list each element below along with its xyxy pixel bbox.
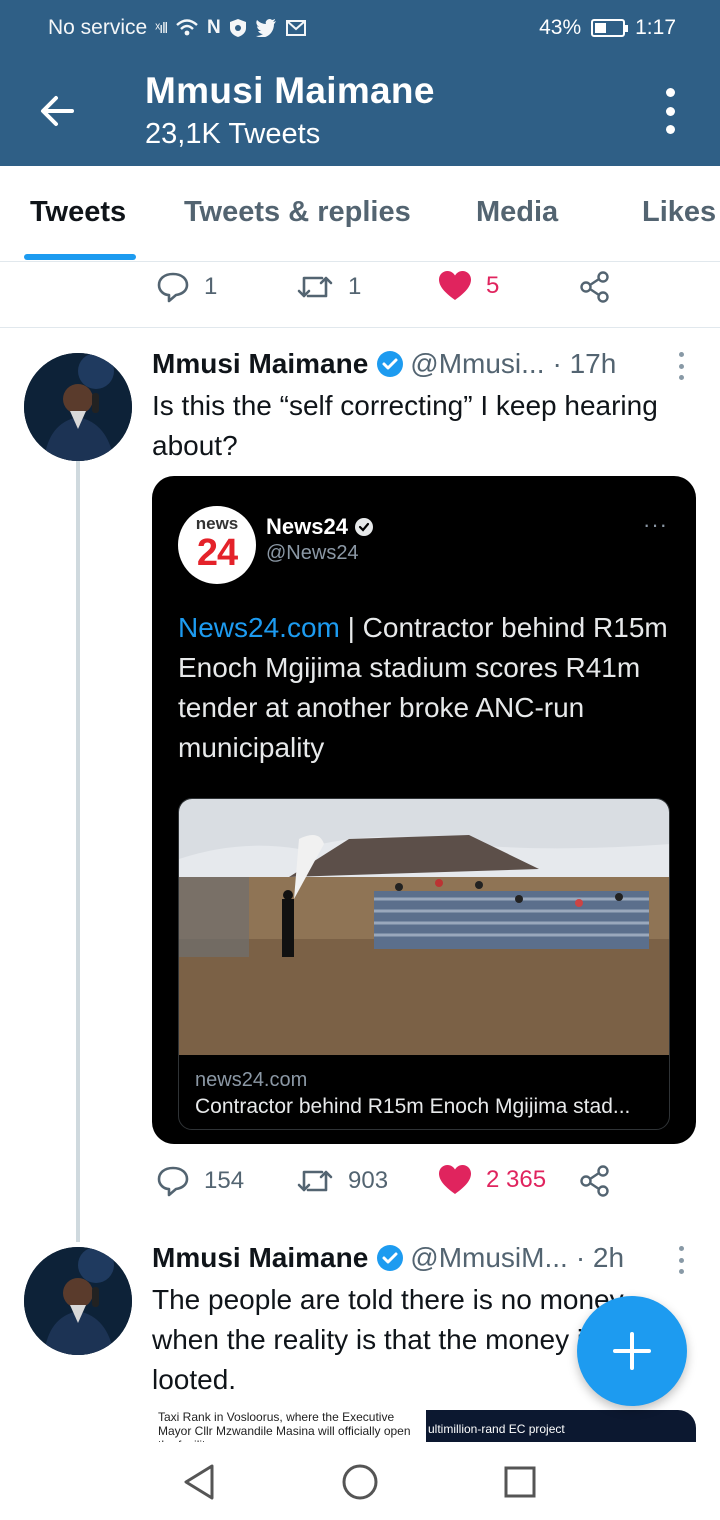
tweet-count: 23,1K Tweets: [145, 118, 321, 150]
nav-back-button[interactable]: [180, 1462, 220, 1502]
retweet-icon: [297, 276, 333, 298]
tab-media[interactable]: Media: [476, 196, 558, 229]
quoted-text: News24.com | Contractor behind R15m Enoc…: [178, 608, 678, 768]
back-button[interactable]: [34, 88, 80, 134]
author-name[interactable]: Mmusi Maimane: [152, 348, 368, 380]
media-preview-left[interactable]: Taxi Rank in Vosloorus, where the Execut…: [152, 1410, 420, 1442]
stadium-photo: [179, 799, 669, 1055]
nav-recents-icon: [504, 1466, 536, 1498]
prev-tweet-actions: 1 1 5: [156, 270, 626, 310]
quoted-author-handle: @News24: [266, 542, 359, 564]
more-vertical-icon: [665, 88, 675, 97]
more-vertical-icon: [678, 1246, 684, 1251]
status-right: 43% 1:17: [539, 16, 676, 40]
author-name[interactable]: Mmusi Maimane: [152, 1242, 368, 1274]
system-nav-bar: [0, 1442, 720, 1520]
verified-badge-icon: [377, 351, 404, 377]
tweet-actions: 154 903 2 365: [156, 1164, 626, 1204]
avatar[interactable]: [24, 1247, 132, 1355]
link-domain: news24.com: [195, 1069, 308, 1091]
retweet-button[interactable]: 1: [296, 270, 361, 304]
link-preview-card[interactable]: news24.com Contractor behind R15m Enoch …: [178, 798, 670, 1130]
verified-badge-icon: [377, 1245, 404, 1271]
more-options-button[interactable]: [658, 88, 682, 134]
tweet-more-button[interactable]: [676, 352, 686, 380]
heart-filled-icon: [439, 271, 471, 300]
quoted-author-name: News24: [266, 514, 374, 540]
share-button[interactable]: [578, 270, 612, 304]
quoted-name-text: News24: [266, 514, 348, 539]
avatar-image: [24, 1247, 132, 1355]
logo-big-text: 24: [196, 532, 238, 574]
retweet-count: 1: [348, 273, 362, 300]
divider: [0, 327, 720, 328]
retweet-count: 903: [348, 1167, 389, 1194]
back-arrow-icon: [41, 96, 74, 126]
reply-count: 154: [204, 1167, 245, 1194]
link-headline: Contractor behind R15m Enoch Mgijima sta…: [195, 1095, 631, 1118]
wifi-icon: [176, 19, 198, 36]
signal-icon: ˣıll: [155, 19, 168, 37]
profile-title: Mmusi Maimane: [145, 70, 435, 111]
like-button[interactable]: 2 365: [438, 1164, 546, 1196]
like-count: 2 365: [486, 1166, 547, 1193]
active-tab-indicator: [24, 254, 136, 260]
nav-home-icon: [342, 1464, 378, 1500]
battery-icon: [591, 19, 629, 37]
plus-icon: [613, 1332, 651, 1370]
retweet-icon: [297, 1170, 333, 1192]
thread-line: [76, 460, 80, 1242]
tweet-text: Is this the “self correcting” I keep hea…: [152, 390, 658, 461]
logo-small-text: news: [195, 514, 239, 533]
status-left: No service ˣıll N: [48, 16, 307, 40]
tab-tweets[interactable]: Tweets: [30, 196, 126, 229]
quoted-link[interactable]: News24.com: [178, 612, 340, 643]
share-icon: [580, 1165, 609, 1197]
reply-button[interactable]: 154: [156, 1164, 244, 1198]
gmail-icon: [285, 20, 306, 36]
nav-recents-button[interactable]: [500, 1462, 540, 1502]
reply-count: 1: [204, 273, 218, 300]
vpn-shield-icon: [229, 19, 246, 37]
reply-icon: [157, 1166, 189, 1197]
clock: 1:17: [635, 16, 676, 39]
tab-likes[interactable]: Likes: [642, 196, 716, 229]
tab-tweets-replies[interactable]: Tweets & replies: [184, 196, 411, 229]
verified-badge-icon: [354, 518, 373, 536]
retweet-button[interactable]: 903: [296, 1164, 388, 1198]
tweet-header: Mmusi Maimane @MmusiM... · 2h: [152, 1242, 624, 1274]
quoted-more-icon[interactable]: ···: [643, 512, 668, 538]
like-button[interactable]: 5: [438, 270, 499, 302]
tweet-header: Mmusi Maimane @Mmusi... · 17h: [152, 348, 616, 380]
reply-icon: [157, 272, 189, 303]
battery-level: [595, 23, 607, 33]
author-handle[interactable]: @MmusiM...: [410, 1242, 568, 1274]
carrier-text: No service: [48, 16, 148, 39]
nav-home-button[interactable]: [340, 1462, 380, 1502]
tweet-time: · 17h: [552, 348, 617, 379]
heart-filled-icon: [439, 1165, 471, 1194]
like-count: 5: [486, 272, 500, 299]
nav-back-icon: [184, 1464, 214, 1500]
tweet-more-button[interactable]: [676, 1246, 686, 1274]
avatar-image: [24, 353, 132, 461]
media-preview-right[interactable]: ultimillion-rand EC project: [426, 1410, 696, 1442]
twitter-icon: [255, 19, 276, 37]
share-icon: [580, 271, 609, 303]
n-app-icon: N: [206, 17, 221, 38]
status-bar: No service ˣıll N 43% 1:17: [0, 0, 720, 56]
news24-logo: news 24: [178, 506, 256, 584]
battery-percent: 43%: [539, 16, 582, 39]
compose-tweet-button[interactable]: [577, 1296, 687, 1406]
share-button[interactable]: [578, 1164, 612, 1198]
avatar[interactable]: [24, 353, 132, 461]
quoted-tweet[interactable]: news 24 News24 @News24 ··· News24.com | …: [152, 476, 696, 1144]
profile-tabs: Tweets Tweets & replies Media Likes: [0, 166, 720, 262]
more-vertical-icon: [678, 352, 684, 357]
app-header: No service ˣıll N 43% 1:17 Mmusi Maimane…: [0, 0, 720, 166]
author-handle[interactable]: @Mmusi...: [410, 348, 544, 380]
tweet-time: · 2h: [575, 1242, 625, 1273]
reply-button[interactable]: 1: [156, 270, 217, 304]
